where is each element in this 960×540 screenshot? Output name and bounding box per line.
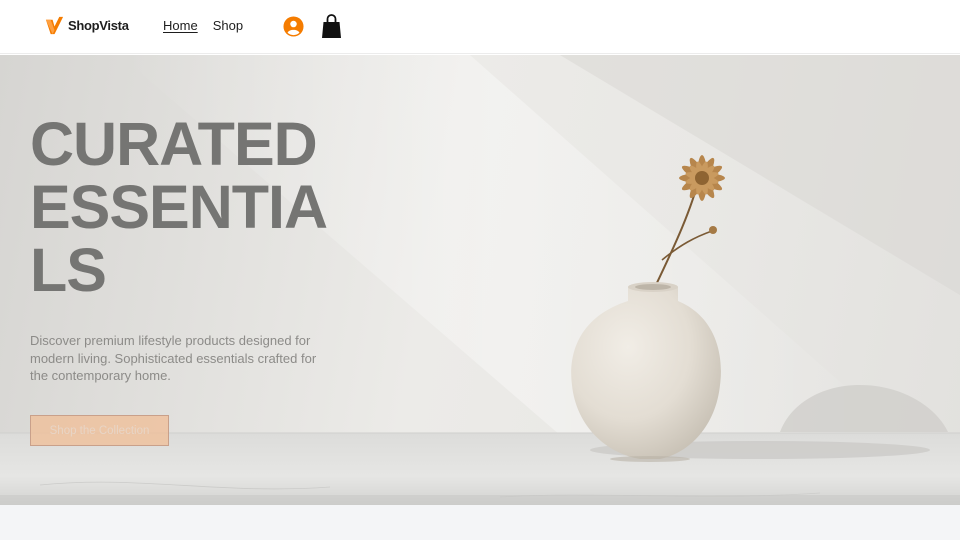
main-nav: Home Shop — [163, 18, 243, 33]
user-circle-icon[interactable] — [283, 16, 304, 37]
content-section-strip — [0, 505, 960, 540]
shopping-bag-icon[interactable] — [321, 13, 342, 39]
site-header: ShopVista Home Shop — [0, 0, 960, 54]
v-logo-icon — [45, 16, 64, 35]
nav-home-link[interactable]: Home — [163, 18, 198, 33]
hero-section: CURATED ESSENTIALS Discover premium life… — [0, 55, 960, 505]
hero-title: CURATED ESSENTIALS — [30, 110, 328, 304]
logo-text: ShopVista — [68, 18, 129, 33]
logo-link[interactable]: ShopVista — [44, 15, 129, 36]
shop-collection-button[interactable]: Shop the Collection — [30, 415, 169, 446]
hero-subtitle: Discover premium lifestyle products desi… — [30, 333, 317, 383]
nav-shop-link[interactable]: Shop — [213, 18, 243, 33]
